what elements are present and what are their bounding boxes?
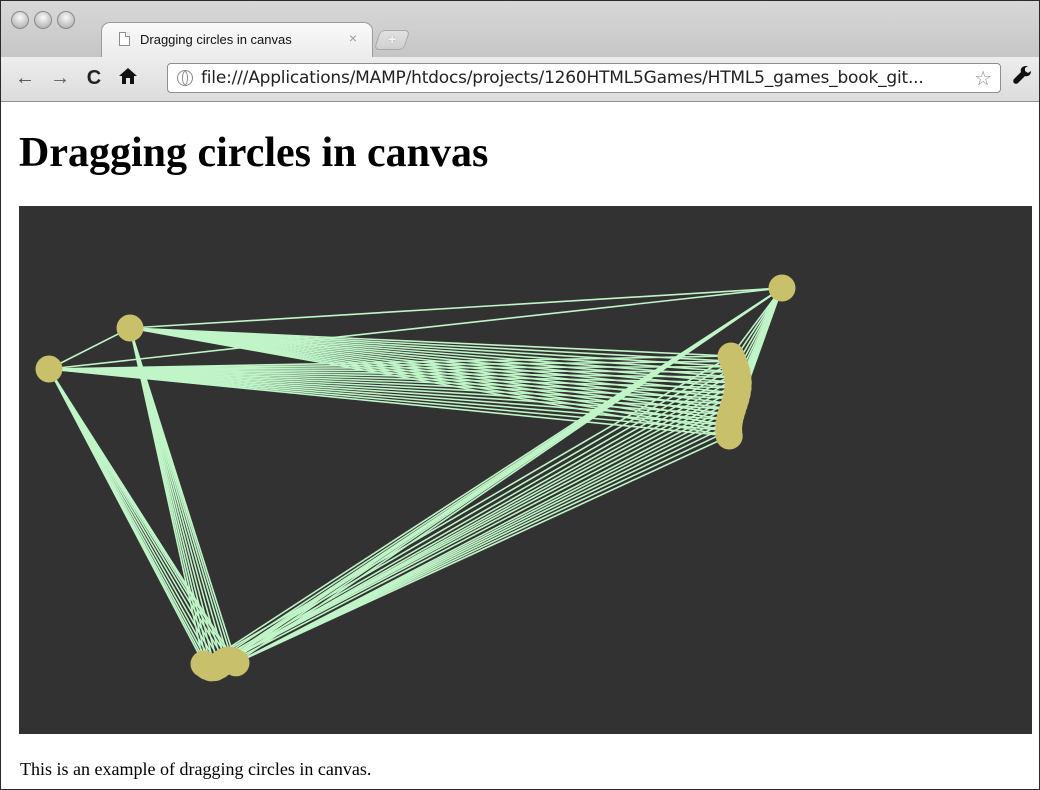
close-icon[interactable]: × — [349, 30, 357, 46]
circle-left[interactable] — [35, 355, 63, 383]
home-icon[interactable] — [117, 66, 139, 90]
zoom-window-button[interactable] — [57, 11, 75, 29]
connection-line — [48, 327, 131, 370]
back-icon[interactable]: ← — [14, 66, 36, 90]
circle-bottom-cluster[interactable] — [222, 649, 250, 677]
connection-lines — [48, 287, 783, 669]
forward-icon[interactable]: → — [49, 66, 71, 90]
connection-line — [210, 365, 736, 669]
tab-strip: Dragging circles in canvas × + — [1, 1, 1039, 57]
globe-icon — [177, 70, 193, 86]
connection-line — [214, 371, 738, 669]
drawing-canvas[interactable] — [19, 206, 1032, 734]
address-bar[interactable]: file:///Applications/MAMP/htdocs/project… — [167, 63, 1001, 93]
home-glyph — [119, 68, 137, 84]
reload-icon[interactable]: C — [83, 66, 105, 90]
connection-line — [228, 392, 738, 661]
tab-title: Dragging circles in canvas — [140, 32, 292, 47]
connection-line — [203, 355, 732, 665]
connection-line — [48, 368, 237, 664]
tab-dragging-circles[interactable]: Dragging circles in canvas × — [101, 22, 373, 57]
page-title: Dragging circles in canvas — [19, 130, 489, 176]
minimize-window-button[interactable] — [34, 11, 52, 29]
connection-line — [235, 435, 730, 664]
page-content: Dragging circles in canvas This is an ex… — [1, 102, 1039, 789]
page-icon — [119, 32, 130, 46]
connection-line — [129, 287, 783, 329]
plus-icon: + — [387, 31, 397, 48]
circle-top-right[interactable] — [768, 274, 796, 302]
new-tab-button[interactable]: + — [373, 30, 411, 50]
browser-window: Dragging circles in canvas × + ← → C fil… — [0, 0, 1040, 790]
wrench-icon[interactable] — [1013, 65, 1033, 93]
page-caption: This is an example of dragging circles i… — [20, 759, 372, 779]
connection-line — [224, 387, 739, 662]
circle-right-cluster[interactable] — [715, 422, 743, 450]
browser-toolbar: ← → C file:///Applications/MAMP/htdocs/p… — [1, 57, 1039, 102]
close-window-button[interactable] — [11, 11, 29, 29]
circle-upper-left[interactable] — [116, 314, 144, 342]
wrench-glyph — [1013, 66, 1031, 84]
url-text[interactable]: file:///Applications/MAMP/htdocs/project… — [201, 68, 966, 88]
bookmark-star-icon[interactable]: ☆ — [974, 66, 992, 91]
connection-line — [232, 397, 737, 662]
